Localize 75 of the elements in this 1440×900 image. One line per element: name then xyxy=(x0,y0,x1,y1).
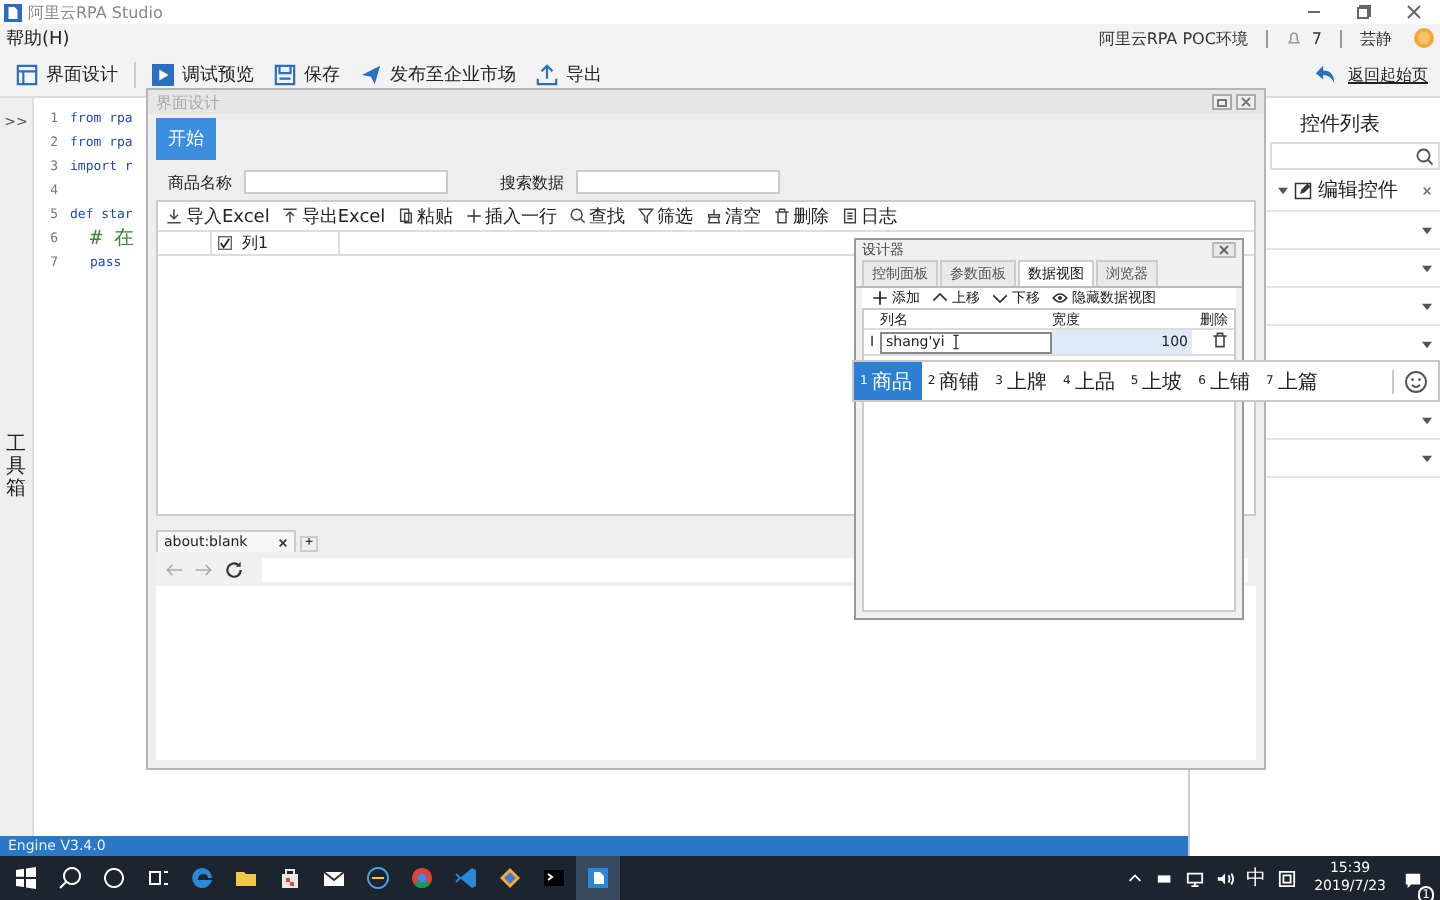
network-icon[interactable] xyxy=(1186,869,1205,887)
toolbar-button[interactable]: 发布至企业市场 xyxy=(352,61,524,87)
input-field[interactable] xyxy=(244,170,448,194)
caret-down-icon[interactable] xyxy=(1422,225,1432,235)
grid-toolbar-button[interactable]: 导入Excel xyxy=(162,203,274,229)
back-link[interactable]: 返回起始页 xyxy=(1348,63,1428,85)
play-icon xyxy=(152,63,174,85)
toolbar-button[interactable]: 保存 xyxy=(266,61,348,87)
caret-up-icon[interactable] xyxy=(1126,869,1145,887)
grid-toolbar-button[interactable]: 筛选 xyxy=(633,203,698,229)
grid-toolbar-button[interactable]: 粘贴 xyxy=(393,203,458,229)
toolbar-button[interactable]: 调试预览 xyxy=(144,61,262,87)
toolbar-button[interactable]: 导出 xyxy=(528,61,610,87)
battery-icon[interactable] xyxy=(1156,869,1175,887)
plus-icon xyxy=(465,208,482,224)
grid-toolbar-button[interactable]: 查找 xyxy=(565,203,630,229)
chevron-down-icon xyxy=(992,290,1008,306)
brush-icon xyxy=(705,208,722,224)
notification-count: 7 xyxy=(1311,29,1322,47)
caret-down-icon[interactable] xyxy=(1422,263,1432,273)
grid-toolbar-button[interactable]: 日志 xyxy=(837,203,902,229)
upload-icon xyxy=(281,208,298,224)
dialog-title: 界面设计 xyxy=(156,91,220,113)
column-header[interactable]: 列1 xyxy=(242,232,269,254)
layout-icon xyxy=(16,63,38,85)
caret-down-icon[interactable] xyxy=(1278,185,1288,195)
speaker-icon[interactable] xyxy=(1216,869,1235,887)
refresh-icon[interactable] xyxy=(224,559,244,579)
panel-title: 控件列表 xyxy=(1300,111,1382,138)
search-field[interactable] xyxy=(1270,142,1440,170)
app-icon[interactable] xyxy=(576,856,620,900)
environment-label: 阿里云RPA POC环境 xyxy=(1098,27,1248,49)
code-text: # 在 xyxy=(90,226,135,252)
text-cursor-icon xyxy=(952,334,961,350)
close-icon[interactable] xyxy=(1404,2,1424,22)
toolbox-tab[interactable]: 工具箱 xyxy=(6,434,26,500)
search-icon xyxy=(1416,147,1434,165)
grid-toolbar-button[interactable]: 删除 xyxy=(769,203,834,229)
plus-icon xyxy=(872,290,888,306)
grid-toolbar-button[interactable]: 清空 xyxy=(701,203,766,229)
caret-down-icon[interactable] xyxy=(1422,339,1432,349)
caret-down-icon[interactable] xyxy=(1422,453,1432,463)
paste-icon xyxy=(397,208,414,224)
upload-icon xyxy=(536,63,558,85)
trash-icon xyxy=(773,208,790,224)
window-title: 阿里云RPA Studio xyxy=(28,1,163,23)
search-icon xyxy=(569,208,586,224)
checkbox[interactable] xyxy=(218,236,232,250)
input-field[interactable] xyxy=(576,170,780,194)
grid-toolbar-button[interactable]: 导出Excel xyxy=(277,203,390,229)
field-label: 搜索数据 xyxy=(500,171,564,193)
toolbar-button[interactable]: 界面设计 xyxy=(8,61,136,87)
document-icon xyxy=(841,208,858,224)
download-icon xyxy=(166,208,182,224)
restore-icon[interactable] xyxy=(1212,94,1232,110)
back-arrow-icon xyxy=(1314,63,1336,85)
close-icon[interactable] xyxy=(278,537,288,547)
trash-icon[interactable] xyxy=(1212,332,1228,348)
chevron-up-icon xyxy=(932,290,948,306)
eye-icon xyxy=(1052,290,1068,306)
user-name[interactable]: 芸静 xyxy=(1360,27,1392,49)
field-label: 商品名称 xyxy=(168,171,232,193)
caret-down-icon[interactable] xyxy=(1422,301,1432,311)
caret-down-icon[interactable] xyxy=(1422,415,1432,425)
bell-icon[interactable] xyxy=(1285,30,1302,46)
keyboard-icon[interactable] xyxy=(1278,869,1297,887)
notification-icon[interactable] xyxy=(1404,871,1422,889)
grid-toolbar-button[interactable]: 插入一行 xyxy=(461,203,562,229)
section-label[interactable]: 编辑控件 xyxy=(1318,176,1398,204)
input-method-indicator[interactable]: 中 xyxy=(1246,864,1267,892)
menu-item[interactable]: 帮助(H) xyxy=(6,25,70,51)
save-icon xyxy=(274,63,296,85)
edit-icon xyxy=(1294,181,1312,199)
filter-icon xyxy=(637,208,654,224)
restore-icon[interactable] xyxy=(1354,2,1374,22)
